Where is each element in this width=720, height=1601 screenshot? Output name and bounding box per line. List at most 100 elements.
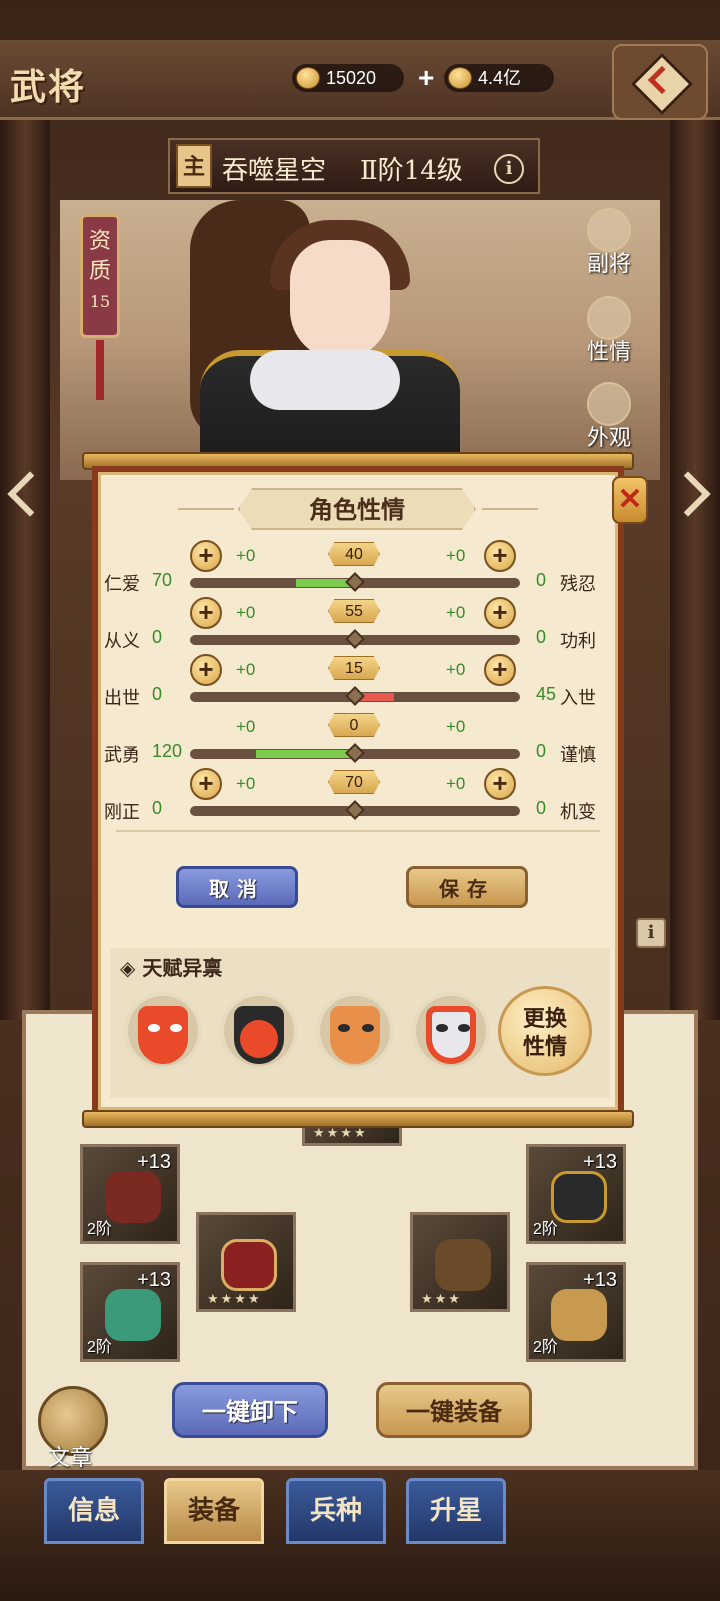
right-trait-value: 45 xyxy=(536,684,557,704)
aptitude-label: 资质 xyxy=(89,229,112,284)
equipment-slot-helmet[interactable]: ★★★★ xyxy=(196,1212,296,1312)
cancel-button[interactable]: 取消 xyxy=(176,866,298,908)
mask-face xyxy=(426,1006,476,1064)
tab-star-up[interactable]: 升星 xyxy=(406,1478,506,1544)
plus-left-button[interactable]: + xyxy=(190,597,222,629)
left-delta: +0 xyxy=(236,660,256,679)
talent-mask-icon[interactable] xyxy=(220,992,298,1070)
change-label-line1: 更换 xyxy=(522,1006,567,1032)
mount-icon xyxy=(435,1239,491,1291)
left-trait-value: 70 xyxy=(152,570,173,590)
game-screen: 武将 15020 + 4.4亿 主 吞噬星空 Ⅱ阶14级 i 资质 15 副将 … xyxy=(0,0,720,1601)
right-trait-label: 机变 xyxy=(560,802,596,823)
bracelet-icon xyxy=(105,1171,161,1223)
ingot-icon xyxy=(296,67,320,89)
trait-center-value: 40 xyxy=(328,542,380,566)
side-button-appearance[interactable]: 外观 xyxy=(582,382,636,454)
left-trait-label: 刚正 xyxy=(104,802,140,823)
close-icon[interactable]: ✕ xyxy=(612,476,648,524)
trait-center-value: 70 xyxy=(328,770,380,794)
back-button[interactable] xyxy=(612,44,708,120)
left-trait-value: 120 xyxy=(152,741,183,761)
right-delta: +0 xyxy=(446,774,466,793)
tab-equipment[interactable]: 装备 xyxy=(164,1478,264,1544)
unequip-all-button[interactable]: 一键卸下 xyxy=(172,1382,328,1438)
info-icon[interactable]: i xyxy=(494,154,524,184)
slot-stars: ★★★ xyxy=(421,1292,462,1307)
talent-mask-icon[interactable] xyxy=(316,992,394,1070)
trait-slider-track[interactable] xyxy=(190,686,520,706)
plus-right-button[interactable]: + xyxy=(484,654,516,686)
talent-mask-icon[interactable] xyxy=(412,992,490,1070)
talent-mask-icon[interactable] xyxy=(124,992,202,1070)
mask-eye xyxy=(436,1024,448,1032)
right-trait-value: 0 xyxy=(536,741,547,761)
equipment-info-icon[interactable]: i xyxy=(636,918,666,948)
plus-right-button[interactable]: + xyxy=(484,540,516,572)
aptitude-banner[interactable]: 资质 15 xyxy=(80,214,120,338)
equipment-slot-boots[interactable]: +13 2阶 xyxy=(526,1262,626,1362)
mask-eye xyxy=(148,1024,160,1032)
left-trait-label: 武勇 xyxy=(104,745,140,766)
slot-stars: ★★★★ xyxy=(313,1126,368,1141)
plus-left-button[interactable]: + xyxy=(190,540,222,572)
right-delta: +0 xyxy=(446,717,466,736)
slider-fill-left xyxy=(256,750,355,758)
slot-tier: 2阶 xyxy=(533,1221,558,1238)
right-delta: +0 xyxy=(446,546,466,565)
left-trait-label: 从义 xyxy=(104,631,140,652)
equipment-slot-mount[interactable]: ★★★ xyxy=(410,1212,510,1312)
slot-tier: 2阶 xyxy=(533,1339,558,1356)
trait-center-value: 0 xyxy=(328,713,380,737)
slider-knob[interactable] xyxy=(345,743,365,763)
tab-info[interactable]: 信息 xyxy=(44,1478,144,1544)
trait-row: + + +0 +0 55 从义 0 0 功利 xyxy=(0,597,720,653)
slider-fill-right xyxy=(361,693,394,701)
slider-knob[interactable] xyxy=(345,686,365,706)
plus-right-button[interactable]: + xyxy=(484,597,516,629)
trait-slider-track[interactable] xyxy=(190,800,520,820)
trait-center-value: 55 xyxy=(328,599,380,623)
plus-right-button[interactable]: + xyxy=(484,768,516,800)
coin-icon xyxy=(448,67,472,89)
trait-slider-track[interactable] xyxy=(190,572,520,592)
side-button-label: 性情 xyxy=(586,340,631,365)
trait-row: + + +0 +0 40 仁爱 70 0 残忍 xyxy=(0,540,720,596)
trait-row: +0 +0 0 武勇 120 0 谨慎 xyxy=(0,711,720,767)
left-delta: +0 xyxy=(236,774,256,793)
slider-knob[interactable] xyxy=(345,800,365,820)
save-button[interactable]: 保存 xyxy=(406,866,528,908)
main-hero-tag: 主 xyxy=(176,144,212,188)
trait-slider-track[interactable] xyxy=(190,629,520,649)
slider-knob[interactable] xyxy=(345,629,365,649)
side-button-temperament[interactable]: 性情 xyxy=(582,296,636,368)
slider-knob[interactable] xyxy=(345,572,365,592)
equipment-slot-bracelet[interactable]: +13 2阶 xyxy=(80,1144,180,1244)
add-currency-button[interactable]: + xyxy=(418,62,434,94)
change-label-line2: 性情 xyxy=(522,1034,567,1060)
left-trait-value: 0 xyxy=(152,798,163,818)
change-temperament-button[interactable]: 更换 性情 xyxy=(498,986,592,1076)
tassel-decoration xyxy=(96,340,104,400)
equipment-slot-armor[interactable]: +13 2阶 xyxy=(526,1144,626,1244)
left-trait-label: 仁爱 xyxy=(104,574,140,595)
mask-eye xyxy=(170,1024,182,1032)
side-button-label: 副将 xyxy=(586,252,631,277)
armor-icon xyxy=(551,1171,607,1223)
right-trait-label: 入世 xyxy=(560,688,596,709)
equipment-slot-pendant[interactable]: +13 2阶 xyxy=(80,1262,180,1362)
plus-left-button[interactable]: + xyxy=(190,768,222,800)
ingot-counter: 15020 xyxy=(292,64,404,92)
helmet-gear-icon xyxy=(221,1239,277,1291)
title-ornament-right xyxy=(482,508,538,510)
emblem-label: 文章 xyxy=(48,1446,93,1471)
right-trait-value: 0 xyxy=(536,627,547,647)
tab-troops[interactable]: 兵种 xyxy=(286,1478,386,1544)
mask-eye xyxy=(362,1024,374,1032)
right-trait-value: 0 xyxy=(536,798,547,818)
side-button-deputy[interactable]: 副将 xyxy=(582,208,636,280)
equip-all-button[interactable]: 一键装备 xyxy=(376,1382,532,1438)
plus-left-button[interactable]: + xyxy=(190,654,222,686)
trait-slider-track[interactable] xyxy=(190,743,520,763)
right-trait-label: 谨慎 xyxy=(560,745,596,766)
